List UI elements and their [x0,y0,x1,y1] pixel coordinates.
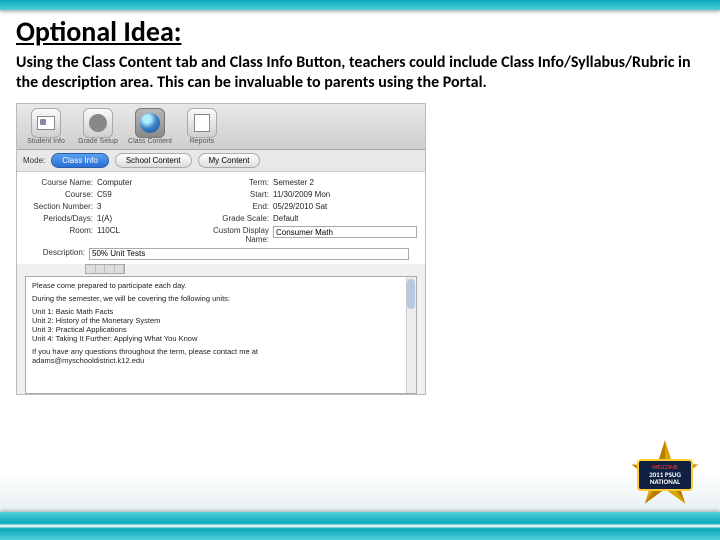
mode-class-info[interactable]: Class Info [51,153,109,168]
room-value: 110CL [97,226,187,244]
grade-setup-label: Grade Setup [78,138,118,145]
course-name-value: Computer [97,178,187,187]
class-content-icon [135,108,165,138]
mode-my-content[interactable]: My Content [198,153,261,168]
periods-days-label: Periods/Days: [25,214,93,223]
periods-days-value: 1(A) [97,214,187,223]
start-label: Start: [191,190,269,199]
mode-school-content[interactable]: School Content [115,153,192,168]
badge-psug: 2011 PSUG NATIONAL [641,471,689,486]
mode-label: Mode: [23,156,45,165]
mode-selector: Mode: Class Info School Content My Conte… [17,150,425,172]
slide-subtitle: Using the Class Content tab and Class In… [16,53,704,93]
gradebook-screenshot: Student Info Grade Setup Class Content R… [16,103,426,395]
student-info-button[interactable]: Student Info [23,108,69,145]
room-label: Room: [25,226,93,244]
start-value: 11/30/2009 Mon [273,190,417,199]
editor-unit: Unit 1: Basic Math Facts [32,307,410,316]
course-value: C59 [97,190,187,199]
reports-label: Reports [190,138,215,145]
class-content-label: Class Content [128,138,172,145]
reports-button[interactable]: Reports [179,108,225,145]
description-label: Description: [25,248,85,257]
editor-contact-text: If you have any questions throughout the… [32,347,258,356]
custom-display-name-label: Custom Display Name: [191,226,269,244]
grade-setup-icon [83,108,113,138]
editor-unit: Unit 2: History of the Monetary System [32,316,410,325]
grade-scale-label: Grade Scale: [191,214,269,223]
reports-icon [187,108,217,138]
description-snippet: 50% Unit Tests [89,248,409,260]
editor-line: Please come prepared to participate each… [32,281,410,290]
term-label: Term: [191,178,269,187]
editor-scrollbar[interactable] [406,277,416,393]
end-label: End: [191,202,269,211]
class-info-fields: Course Name: Computer Term: Semester 2 C… [17,172,425,248]
description-editor[interactable]: Please come prepared to participate each… [25,276,417,394]
student-info-icon [31,108,61,138]
richtext-toolbar[interactable] [85,264,125,274]
psug-badge: WELCOME 2011 PSUG NATIONAL [622,440,708,510]
slide-bottom-fade [0,472,720,512]
slide-top-border [0,0,720,10]
slide-bottom-border [0,512,720,540]
term-value: Semester 2 [273,178,417,187]
course-name-label: Course Name: [25,178,93,187]
editor-contact-email: adams@myschooldistrict.k12.edu [32,356,144,365]
class-content-button[interactable]: Class Content [127,108,173,145]
custom-display-name-input[interactable] [273,226,417,238]
section-number-value: 3 [97,202,187,211]
section-number-label: Section Number: [25,202,93,211]
student-info-label: Student Info [27,138,65,145]
scrollbar-thumb[interactable] [407,279,415,309]
main-toolbar: Student Info Grade Setup Class Content R… [17,104,425,150]
editor-unit: Unit 3: Practical Applications [32,325,410,334]
description-row: Description: 50% Unit Tests [17,248,425,264]
course-label: Course: [25,190,93,199]
grade-scale-value: Default [273,214,417,223]
grade-setup-button[interactable]: Grade Setup [75,108,121,145]
editor-line: During the semester, we will be covering… [32,294,410,303]
editor-unit: Unit 4: Taking It Further: Applying What… [32,334,410,343]
slide-title: Optional Idea: [16,14,704,49]
psug-sign: WELCOME 2011 PSUG NATIONAL [637,459,693,491]
end-value: 05/29/2010 Sat [273,202,417,211]
